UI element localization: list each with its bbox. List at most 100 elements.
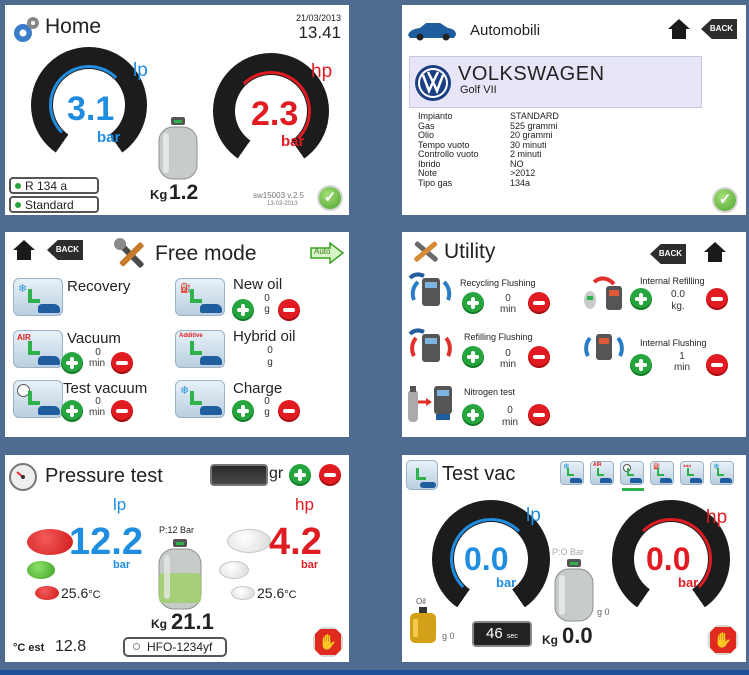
new-oil-mode-icon[interactable]: ⛽	[175, 278, 225, 316]
hybrid-oil-label: Hybrid oil	[233, 328, 296, 345]
internal-refilling-minus-button[interactable]	[706, 288, 728, 310]
refilling-flushing-value: 0	[505, 348, 511, 359]
recycling-flushing-plus-button[interactable]	[462, 292, 484, 314]
hp-label: hp	[311, 61, 333, 82]
internal-flushing-unit: min	[673, 362, 691, 373]
refilling-flushing-minus-button[interactable]	[528, 346, 550, 368]
internal-refilling-plus-button[interactable]	[630, 288, 652, 310]
car-icon	[406, 21, 458, 41]
home-icon[interactable]	[704, 242, 726, 262]
page-title: Utility	[444, 240, 496, 263]
internal-flushing-icon[interactable]	[582, 328, 626, 366]
kg-value: 0.0	[562, 623, 593, 648]
gr-minus-button[interactable]	[319, 464, 341, 486]
test-vac-panel: Test vac ❄ AIR ⛽ Add ❄ lp 0.0 bar hp 0.0…	[402, 455, 746, 662]
lp-value: 0.0	[464, 541, 509, 577]
version-date: 13-03-2013	[267, 201, 298, 207]
auto-arrow-button[interactable]: Auto	[310, 241, 345, 265]
tab-hybrid-oil[interactable]: Add	[680, 461, 704, 485]
nitrogen-test-label: Nitrogen test	[464, 387, 516, 397]
timer-display: 46 sec	[472, 621, 532, 647]
recycling-flushing-icon[interactable]	[408, 272, 454, 312]
nitrogen-test-unit: min	[501, 417, 519, 428]
lp-unit: bar	[496, 575, 517, 590]
internal-refilling-icon[interactable]	[580, 276, 626, 312]
vacuum-unit: min	[88, 358, 106, 369]
refilling-flushing-plus-button[interactable]	[462, 346, 484, 368]
pressure-setpoint: P:12 Bar	[159, 525, 195, 535]
page-title: Test vac	[442, 463, 516, 485]
gas-tank-icon	[155, 539, 205, 611]
vacuum-minus-button[interactable]	[111, 352, 133, 374]
recycling-flushing-minus-button[interactable]	[528, 292, 550, 314]
home-icon[interactable]	[668, 19, 690, 39]
lp-indicator-red	[27, 529, 73, 555]
tab-test-vacuum[interactable]	[620, 461, 644, 485]
stop-hand-button[interactable]: ✋	[708, 625, 738, 655]
nitrogen-test-icon[interactable]	[406, 378, 456, 424]
charge-minus-button[interactable]	[278, 400, 300, 422]
page-title: Pressure test	[45, 465, 163, 487]
stop-hand-button[interactable]: ✋	[313, 627, 343, 657]
pressure-test-panel: Pressure test gr lp hp 12.2 bar 25.6°C P…	[5, 455, 349, 662]
refilling-flushing-icon[interactable]	[408, 326, 454, 366]
active-tab-indicator	[622, 488, 644, 491]
confirm-check-button[interactable]: ✓	[712, 187, 738, 213]
tab-charge[interactable]: ❄	[710, 461, 734, 485]
charge-mode-icon[interactable]: ❄	[175, 380, 225, 418]
internal-flushing-plus-button[interactable]	[630, 354, 652, 376]
test-vacuum-plus-button[interactable]	[61, 400, 83, 422]
vehicle-info-row: Tipo gas 134a	[418, 177, 559, 189]
page-title: Home	[45, 15, 102, 38]
charge-plus-button[interactable]	[232, 400, 254, 422]
vehicle-info-value: 134a	[510, 177, 531, 188]
vw-logo-icon	[414, 64, 452, 102]
new-oil-plus-button[interactable]	[232, 299, 254, 321]
page-title: Free mode	[155, 242, 257, 265]
hp-value: 4.2	[269, 521, 322, 563]
gr-plus-button[interactable]	[289, 464, 311, 486]
hp-temp-indicator	[231, 586, 255, 600]
internal-flushing-minus-button[interactable]	[706, 354, 728, 376]
back-button[interactable]: BACK	[47, 240, 83, 260]
tab-recovery[interactable]: ❄	[560, 461, 584, 485]
test-vacuum-label: Test vacuum	[63, 380, 148, 397]
vacuum-mode-icon[interactable]: AIR	[13, 330, 63, 368]
hp-temperature: 25.6°C	[257, 585, 297, 601]
tab-vacuum[interactable]: AIR	[590, 461, 614, 485]
gr-display	[210, 464, 268, 486]
gas-type-pill[interactable]: R 134 a	[9, 177, 99, 194]
kg-label: Kg	[542, 633, 558, 647]
vacuum-plus-button[interactable]	[61, 352, 83, 374]
nitrogen-test-minus-button[interactable]	[528, 404, 550, 426]
internal-flushing-label: Internal Flushing	[640, 338, 707, 348]
charge-label: Charge	[233, 380, 283, 397]
new-oil-label: New oil	[233, 276, 283, 293]
back-button[interactable]: BACK	[701, 19, 737, 39]
back-button[interactable]: BACK	[650, 244, 686, 264]
recovery-label: Recovery	[67, 278, 131, 295]
gas-type-pill[interactable]: HFO-1234yf	[123, 637, 227, 657]
hybrid-oil-mode-icon[interactable]: Additive	[175, 330, 225, 368]
hybrid-oil-unit: g	[267, 357, 273, 368]
vacuum-label: Vacuum	[67, 330, 121, 347]
recycling-flushing-label: Recycling Flushing	[460, 278, 536, 288]
test-vacuum-value: 0	[95, 396, 101, 407]
home-icon[interactable]	[13, 240, 35, 260]
hp-label: hp	[295, 495, 314, 514]
hp-unit: bar	[301, 559, 319, 571]
tab-new-oil[interactable]: ⛽	[650, 461, 674, 485]
mode-pill[interactable]: Standard	[9, 196, 99, 213]
recovery-mode-icon[interactable]: ❄	[13, 278, 63, 316]
nitrogen-test-plus-button[interactable]	[462, 404, 484, 426]
utility-panel: Utility BACK Recycling Flushing 0 min In…	[402, 232, 746, 437]
new-oil-minus-button[interactable]	[278, 299, 300, 321]
settings-gear-icon[interactable]	[11, 15, 41, 45]
test-vacuum-mode-icon[interactable]	[13, 380, 63, 418]
tools-icon	[408, 236, 444, 268]
model-name: Golf VII	[460, 84, 497, 96]
confirm-check-button[interactable]: ✓	[317, 185, 343, 211]
hp-label: hp	[706, 507, 728, 528]
test-vacuum-minus-button[interactable]	[111, 400, 133, 422]
new-oil-value: 0	[264, 293, 270, 304]
